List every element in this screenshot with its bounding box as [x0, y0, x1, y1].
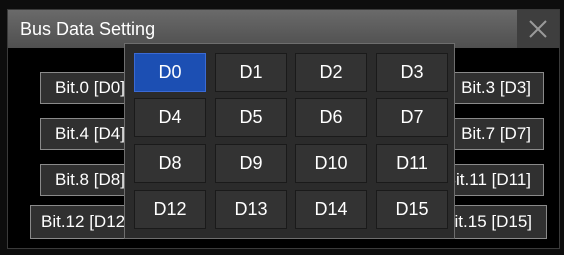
bit-8-label: Bit.8 [D8] [55, 170, 125, 189]
channel-d1[interactable]: D1 [215, 53, 287, 92]
channel-d2[interactable]: D2 [295, 53, 367, 92]
channel-d14[interactable]: D14 [295, 190, 367, 229]
close-button[interactable] [517, 10, 559, 48]
channel-d3[interactable]: D3 [376, 53, 448, 92]
channel-d9[interactable]: D9 [215, 144, 287, 183]
bit-12-label: Bit.12 [D12] [41, 212, 130, 231]
bit-7-label: Bit.7 [D7] [461, 124, 531, 143]
bit-0-label: Bit.0 [D0] [55, 78, 125, 97]
bit-11-label: Bit.11 [D11] [444, 170, 531, 189]
dialog-title: Bus Data Setting [20, 19, 156, 39]
bit-15-label: Bit.15 [D15] [443, 212, 532, 231]
channel-picker-popup: D0 D1 D2 D3 D4 D5 D6 D7 D8 D9 D10 D11 D1… [124, 43, 455, 239]
channel-d15[interactable]: D15 [376, 190, 448, 229]
close-icon [529, 20, 547, 38]
bit-4-label: Bit.4 [D4] [55, 124, 125, 143]
channel-d13[interactable]: D13 [215, 190, 287, 229]
bit-3-label: Bit.3 [D3] [461, 78, 531, 97]
channel-d11[interactable]: D11 [376, 144, 448, 183]
channel-d10[interactable]: D10 [295, 144, 367, 183]
channel-d0[interactable]: D0 [134, 53, 206, 92]
channel-d12[interactable]: D12 [134, 190, 206, 229]
channel-d6[interactable]: D6 [295, 98, 367, 137]
channel-d4[interactable]: D4 [134, 98, 206, 137]
channel-d8[interactable]: D8 [134, 144, 206, 183]
channel-d5[interactable]: D5 [215, 98, 287, 137]
channel-d7[interactable]: D7 [376, 98, 448, 137]
